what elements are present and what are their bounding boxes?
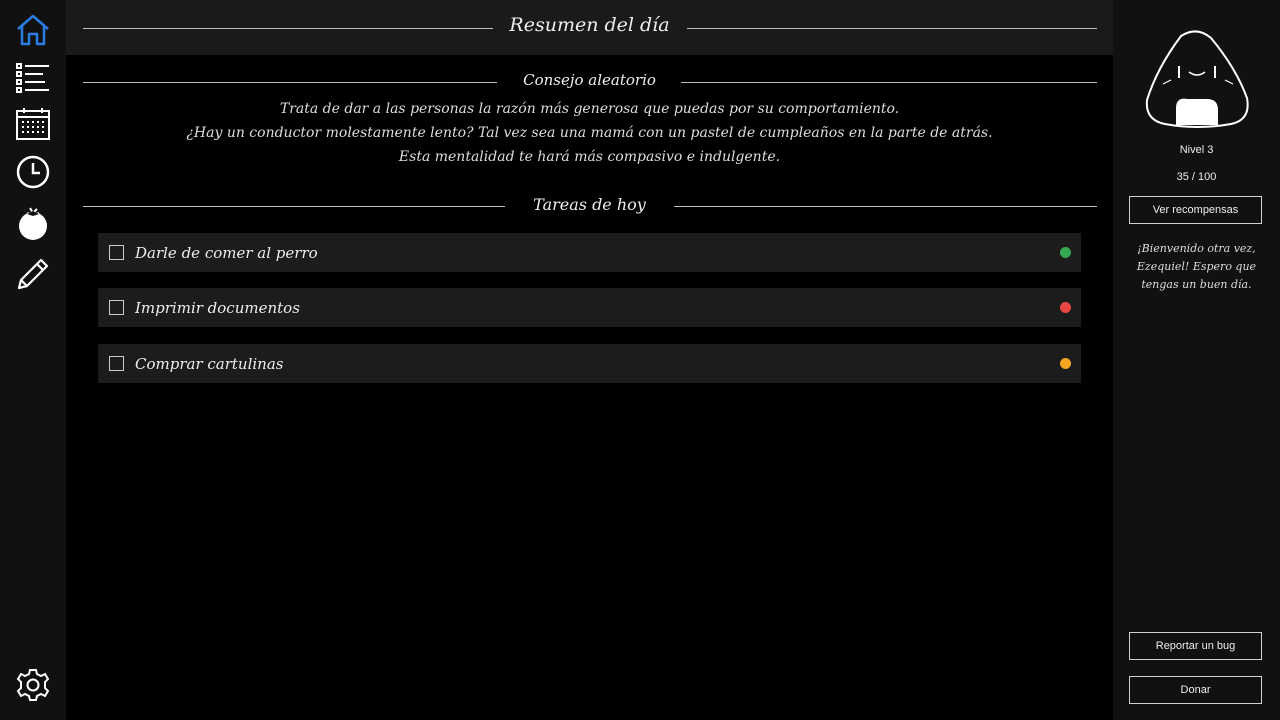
nav-calendar[interactable] xyxy=(14,107,52,145)
task-item[interactable]: Imprimir documentos xyxy=(98,288,1081,327)
nav-home[interactable] xyxy=(14,13,52,51)
task-checkbox[interactable] xyxy=(109,245,124,260)
nav-settings[interactable] xyxy=(14,668,52,706)
task-item[interactable]: Darle de comer al perro xyxy=(98,233,1081,272)
task-label: Imprimir documentos xyxy=(135,298,300,317)
divider xyxy=(681,82,1097,83)
sidebar xyxy=(0,0,66,720)
tasks-heading: Tareas de hoy xyxy=(533,195,646,214)
divider xyxy=(83,28,493,29)
header-bar: Resumen del día xyxy=(66,0,1113,55)
advice-line: ¿Hay un conductor molestamente lento? Ta… xyxy=(186,125,993,141)
priority-dot xyxy=(1060,302,1071,313)
priority-dot xyxy=(1060,358,1071,369)
nav-clock[interactable] xyxy=(14,155,52,193)
nav-pomodoro[interactable] xyxy=(14,206,52,244)
main-content: Resumen del día Consejo aleatorio Trata … xyxy=(66,0,1113,720)
home-icon xyxy=(15,12,51,52)
priority-dot xyxy=(1060,247,1071,258)
level-label: Nivel 3 xyxy=(1179,144,1214,156)
task-checkbox[interactable] xyxy=(109,356,124,371)
list-icon xyxy=(15,59,51,99)
task-label: Darle de comer al perro xyxy=(135,243,318,262)
welcome-message: ¡Bienvenido otra vez, Ezequiel! Espero q… xyxy=(1136,242,1257,291)
advice-line: Trata de dar a las personas la razón más… xyxy=(279,101,900,117)
advice-line: Esta mentalidad te hará más compasivo e … xyxy=(398,149,781,165)
profile-panel: Nivel 3 35 / 100 Ver recompensas ¡Bienve… xyxy=(1113,0,1280,720)
task-item[interactable]: Comprar cartulinas xyxy=(98,344,1081,383)
xp-counter: 35 / 100 xyxy=(1176,171,1217,183)
divider xyxy=(687,28,1097,29)
report-bug-button[interactable]: Reportar un bug xyxy=(1129,632,1262,660)
onigiri-avatar xyxy=(1141,28,1253,130)
gear-icon xyxy=(15,667,51,707)
tomato-icon xyxy=(15,205,51,245)
nav-list[interactable] xyxy=(14,60,52,98)
task-label: Comprar cartulinas xyxy=(135,354,284,373)
clock-icon xyxy=(15,154,51,194)
view-rewards-button[interactable]: Ver recompensas xyxy=(1129,196,1262,224)
divider xyxy=(83,206,505,207)
advice-heading: Consejo aleatorio xyxy=(523,71,656,89)
task-checkbox[interactable] xyxy=(109,300,124,315)
donate-button[interactable]: Donar xyxy=(1129,676,1262,704)
divider xyxy=(674,206,1097,207)
advice-text: Trata de dar a las personas la razón más… xyxy=(66,97,1113,169)
pencil-icon xyxy=(15,256,51,296)
divider xyxy=(83,82,497,83)
page-title: Resumen del día xyxy=(509,14,670,36)
nav-notes[interactable] xyxy=(14,257,52,295)
calendar-icon xyxy=(15,106,51,146)
